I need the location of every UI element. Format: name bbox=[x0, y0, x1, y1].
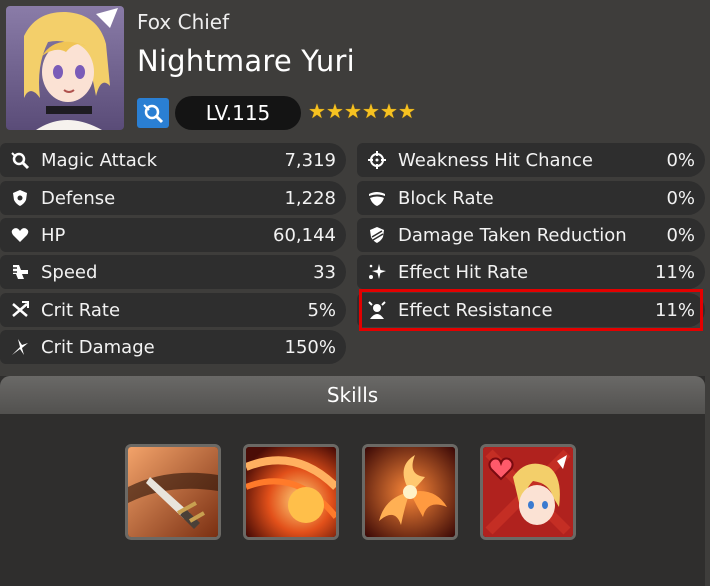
stat-label: Effect Hit Rate bbox=[398, 261, 529, 283]
fire-slash-skill-icon[interactable] bbox=[243, 444, 339, 540]
star-icon: ★ bbox=[362, 99, 380, 123]
crit-damage-icon bbox=[9, 336, 31, 358]
stat-label: Damage Taken Reduction bbox=[398, 224, 627, 246]
mage-class-icon bbox=[137, 98, 169, 128]
stat-row-block-rate: Block Rate 0% bbox=[357, 181, 705, 215]
magic-attack-icon bbox=[9, 149, 31, 171]
dagger-skill-icon[interactable] bbox=[125, 444, 221, 540]
stat-value: 0% bbox=[666, 149, 695, 171]
effect-hit-icon bbox=[366, 261, 388, 283]
stat-row-speed: Speed 33 bbox=[0, 255, 346, 289]
stat-row-effect-hit-rate: Effect Hit Rate 11% bbox=[357, 255, 705, 289]
stat-row-hp: HP 60,144 bbox=[0, 218, 346, 252]
block-icon bbox=[366, 187, 388, 209]
star-icon: ★ bbox=[326, 99, 344, 123]
stat-value: 5% bbox=[307, 299, 336, 321]
stat-value: 150% bbox=[284, 336, 336, 358]
star-rating: ★ ★ ★ ★ ★ ★ bbox=[308, 100, 416, 122]
speed-icon bbox=[9, 261, 31, 283]
stat-row-crit-rate: Crit Rate 5% bbox=[0, 293, 346, 327]
hero-title: Fox Chief bbox=[137, 10, 230, 34]
defense-icon bbox=[9, 187, 31, 209]
crosshair-icon bbox=[366, 149, 388, 171]
stat-value: 60,144 bbox=[273, 224, 336, 246]
stat-value: 7,319 bbox=[284, 149, 336, 171]
stat-value: 0% bbox=[666, 187, 695, 209]
stat-row-crit-damage: Crit Damage 150% bbox=[0, 330, 346, 364]
heart-icon bbox=[9, 224, 31, 246]
stat-label: Speed bbox=[41, 261, 98, 283]
stat-row-weakness-hit-chance: Weakness Hit Chance 0% bbox=[357, 143, 705, 177]
stat-label: Crit Damage bbox=[41, 336, 155, 358]
stat-label: Defense bbox=[41, 187, 116, 209]
heart-portrait-skill-icon[interactable] bbox=[480, 444, 576, 540]
stat-row-damage-taken-reduction: Damage Taken Reduction 0% bbox=[357, 218, 705, 252]
star-icon: ★ bbox=[398, 99, 416, 123]
hero-name: Nightmare Yuri bbox=[137, 44, 355, 78]
fire-burst-skill-icon[interactable] bbox=[362, 444, 458, 540]
effect-resistance-highlight bbox=[359, 289, 703, 331]
level-badge: LV.115 bbox=[175, 96, 301, 130]
stat-row-magic-attack: Magic Attack 7,319 bbox=[0, 143, 346, 177]
stat-value: 0% bbox=[666, 224, 695, 246]
stat-value: 11% bbox=[654, 261, 695, 283]
damage-reduction-icon bbox=[366, 224, 388, 246]
stat-value: 33 bbox=[313, 261, 336, 283]
star-icon: ★ bbox=[380, 99, 398, 123]
stat-label: Block Rate bbox=[398, 187, 494, 209]
hero-portrait[interactable] bbox=[6, 6, 124, 130]
star-icon: ★ bbox=[308, 99, 326, 123]
stat-row-defense: Defense 1,228 bbox=[0, 181, 346, 215]
star-icon: ★ bbox=[344, 99, 362, 123]
stat-value: 1,228 bbox=[284, 187, 336, 209]
stat-label: Weakness Hit Chance bbox=[398, 149, 593, 171]
stat-label: Magic Attack bbox=[41, 149, 158, 171]
stat-label: Crit Rate bbox=[41, 299, 121, 321]
skills-header: Skills bbox=[0, 376, 705, 414]
stat-label: HP bbox=[41, 224, 66, 246]
crit-rate-icon bbox=[9, 299, 31, 321]
